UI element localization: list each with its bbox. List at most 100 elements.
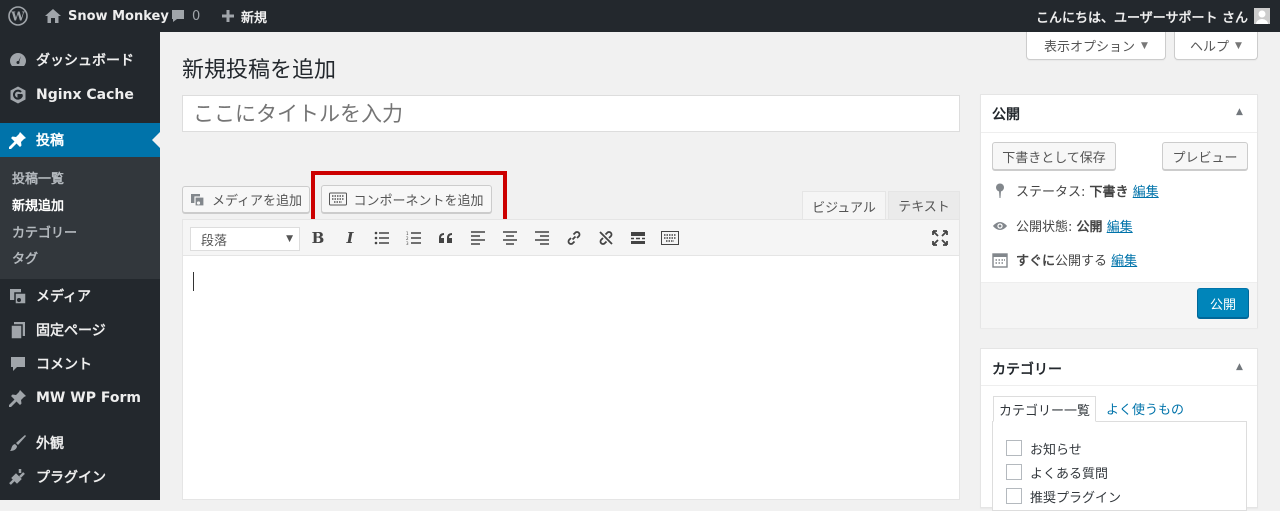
site-name: Snow Monkey <box>68 8 169 24</box>
edit-visibility-link[interactable]: 編集 <box>1107 220 1133 235</box>
submenu-item-all-posts[interactable]: 投稿一覧 <box>12 168 64 187</box>
sidebar-item-mw-wp-form[interactable]: MW WP Form <box>0 381 160 415</box>
edit-schedule-link[interactable]: 編集 <box>1111 254 1137 269</box>
comment-count: 0 <box>192 8 201 24</box>
sidebar-item-comments[interactable]: コメント <box>0 347 160 381</box>
bold-icon[interactable]: B <box>308 228 328 248</box>
site-name-link[interactable]: Snow Monkey <box>44 0 169 32</box>
comment-icon <box>0 354 36 374</box>
read-more-icon[interactable] <box>628 228 648 248</box>
sidebar-item-label: 外観 <box>36 436 64 452</box>
comments-link[interactable]: 0 <box>170 0 200 32</box>
sidebar-item-dashboard[interactable]: ダッシュボード <box>0 43 160 77</box>
screen-options-button[interactable]: 表示オプション ▼ <box>1026 32 1166 60</box>
avatar <box>1254 8 1270 24</box>
save-draft-button[interactable]: 下書きとして保存 <box>992 142 1116 170</box>
page-title: 新規投稿を追加 <box>182 58 337 83</box>
align-right-icon[interactable] <box>532 228 552 248</box>
preview-label: プレビュー <box>1172 150 1238 166</box>
screen-options-label: 表示オプション <box>1044 40 1136 55</box>
sidebar-item-plugins[interactable]: プラグイン <box>0 460 160 494</box>
category-checkbox[interactable] <box>1006 464 1022 480</box>
pin-icon <box>0 388 36 408</box>
plus-icon <box>221 9 235 23</box>
brush-icon <box>0 433 36 453</box>
new-content-link[interactable]: 新規 <box>221 0 267 32</box>
sidebar-item-label: MW WP Form <box>36 390 141 406</box>
submenu-item-categories[interactable]: カテゴリー <box>12 222 77 241</box>
link-icon[interactable] <box>564 228 584 248</box>
location-pin-icon <box>992 183 1008 199</box>
visibility-value: 公開 <box>1076 220 1103 235</box>
add-component-label: コンポーネントを追加 <box>353 193 484 209</box>
tab-text[interactable]: テキスト <box>888 191 960 219</box>
numbered-list-icon[interactable]: 123 <box>404 228 424 248</box>
tab-visual[interactable]: ビジュアル <box>802 191 886 220</box>
add-media-button[interactable]: メディアを追加 <box>182 186 310 213</box>
publish-panel-title: 公開 <box>992 107 1020 123</box>
sidebar-item-appearance[interactable]: 外観 <box>0 426 160 460</box>
category-label: お知らせ <box>1030 443 1082 458</box>
account-menu[interactable]: こんにちは、ユーザーサポート さん <box>1036 0 1270 32</box>
eye-icon <box>992 220 1008 232</box>
sidebar-item-pages[interactable]: 固定ページ <box>0 313 160 347</box>
wordpress-logo-icon[interactable]: W <box>8 0 28 32</box>
preview-button[interactable]: プレビュー <box>1162 142 1248 170</box>
post-status-row: ステータス: 下書き 編集 <box>992 181 1159 200</box>
schedule-row: すぐに公開する 編集 <box>992 250 1137 269</box>
keyboard-icon <box>329 192 348 206</box>
add-component-button[interactable]: コンポーネントを追加 <box>321 185 492 213</box>
sidebar-item-posts[interactable]: 投稿 <box>0 123 160 157</box>
caret-down-icon: ▼ <box>1141 40 1148 51</box>
edit-status-link[interactable]: 編集 <box>1133 185 1159 200</box>
fullscreen-icon[interactable] <box>930 228 950 248</box>
sidebar-item-nginx-cache[interactable]: Nginx Cache <box>0 78 160 112</box>
caret-down-icon: ▼ <box>1235 40 1242 51</box>
category-label: 推奨プラグイン <box>1030 491 1122 506</box>
text-cursor <box>193 272 194 291</box>
page-icon <box>0 320 36 340</box>
format-select[interactable]: 段落 ▼ <box>190 227 300 251</box>
category-label: よくある質問 <box>1030 467 1109 482</box>
submenu-item-add-new[interactable]: 新規追加 <box>12 195 64 214</box>
status-label: ステータス: <box>1016 185 1086 200</box>
category-checkbox[interactable] <box>1006 488 1022 504</box>
sidebar-item-label: ダッシュボード <box>36 53 134 69</box>
media-icon <box>190 192 206 208</box>
greeting: こんにちは、ユーザーサポート さん <box>1035 10 1248 26</box>
post-title-input[interactable] <box>182 95 960 132</box>
visibility-label: 公開状態: <box>1016 220 1073 235</box>
sidebar-item-label: プラグイン <box>36 470 106 486</box>
plugin-icon <box>0 467 36 487</box>
caret-down-icon: ▼ <box>286 234 293 244</box>
media-icon <box>0 286 36 306</box>
publish-button[interactable]: 公開 <box>1197 288 1249 318</box>
tab-visual-label: ビジュアル <box>812 200 876 216</box>
unlink-icon[interactable] <box>596 228 616 248</box>
submenu-item-tags[interactable]: タグ <box>12 248 38 267</box>
toolbar-toggle-icon[interactable] <box>660 228 680 248</box>
format-select-value: 段落 <box>201 233 228 249</box>
svg-text:3: 3 <box>406 241 409 245</box>
align-center-icon[interactable] <box>500 228 520 248</box>
nginx-cache-icon <box>0 85 36 105</box>
sidebar-item-label: Nginx Cache <box>36 87 134 103</box>
collapse-up-icon[interactable]: ▲ <box>1236 107 1243 117</box>
help-label: ヘルプ <box>1190 40 1230 55</box>
blockquote-icon[interactable] <box>436 228 456 248</box>
pin-icon <box>0 130 36 150</box>
tab-all-categories[interactable]: カテゴリー一覧 <box>993 396 1096 422</box>
italic-icon[interactable]: I <box>340 228 360 248</box>
status-value: 下書き <box>1089 185 1129 200</box>
editor-area[interactable] <box>182 219 960 500</box>
bulleted-list-icon[interactable] <box>372 228 392 248</box>
tab-text-label: テキスト <box>898 200 950 215</box>
help-button[interactable]: ヘルプ ▼ <box>1174 32 1258 60</box>
tab-most-used[interactable]: よく使うもの <box>1106 399 1184 418</box>
svg-text:W: W <box>10 10 25 24</box>
category-checkbox[interactable] <box>1006 440 1022 456</box>
sidebar-item-media[interactable]: メディア <box>0 279 160 313</box>
align-left-icon[interactable] <box>468 228 488 248</box>
sidebar-item-label: メディア <box>36 289 92 305</box>
collapse-up-icon[interactable]: ▲ <box>1236 362 1243 372</box>
